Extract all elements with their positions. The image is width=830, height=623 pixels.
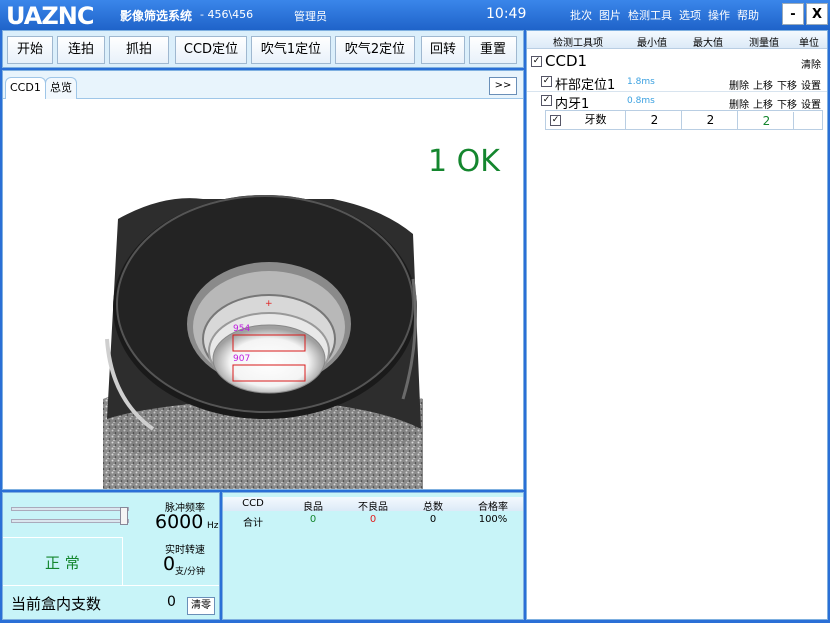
sub-checkbox[interactable]: ✓ [550,115,561,126]
header-max: 最大值 [693,38,723,49]
menu-options[interactable]: 选项 [679,7,701,23]
stats-header-good: 良品 [303,502,323,513]
roi-label-1: 954 [233,324,251,334]
menu-bar: 批次 图片 检测工具 选项 操作 帮助 [570,7,759,23]
tools-panel: 检测工具项 最小值 最大值 测量值 单位 ✓ CCD1 清除 ✓ 杆部定位1 1… [526,30,828,620]
pulse-value: 6000 [155,511,204,533]
menu-operate[interactable]: 操作 [708,7,730,23]
tools-header: 检测工具项 最小值 最大值 测量值 单位 [527,31,827,49]
blow1-locate-button[interactable]: 吹气1定位 [251,36,331,64]
stats-good-count: 0 [309,514,317,525]
sub-row-thread-count: ✓ 牙数 2 2 2 [545,110,823,130]
pulse-unit: Hz [207,521,219,531]
tab-ccd1[interactable]: CCD1 [5,77,46,99]
app-version: - 456\456 [200,8,254,21]
slider-track-1 [11,507,129,511]
sub-name: 牙数 [566,111,626,129]
app-name: 影像筛选系统 [120,9,193,23]
title-bar: UAZNC 影像筛选系统 - 456\456 管理员 10:49 批次 图片 检… [0,0,830,30]
header-unit: 单位 [799,38,819,49]
tool-2-down[interactable]: 下移 [777,96,797,111]
ccd-checkbox[interactable]: ✓ [531,56,542,67]
menu-tools[interactable]: 检测工具 [628,7,672,23]
burst-button[interactable]: 连拍 [57,36,105,64]
table-row: 合计 0 0 0 100% [223,513,523,529]
reset-button[interactable]: 重置 [469,36,517,64]
box-count-value: 0 [167,594,176,610]
tool-1-checkbox[interactable]: ✓ [541,76,552,87]
slider-track-2 [11,519,129,523]
blow2-locate-button[interactable]: 吹气2定位 [335,36,415,64]
user-name: 管理员 [294,10,327,23]
tool-2-up[interactable]: 上移 [753,96,773,111]
more-button[interactable]: >> [489,77,517,95]
control-panel: 脉冲频率 6000 Hz 正 常 实时转速 0 支/分钟 当前盒内支数 0 清零 [2,492,220,620]
stats-header-rate: 合格率 [478,502,508,513]
stats-total-count: 0 [429,514,437,525]
box-count-label: 当前盒内支数 [11,595,102,613]
close-button[interactable]: X [806,3,828,25]
speed-value: 0 [163,553,176,575]
reset-count-button[interactable]: 清零 [187,597,215,615]
ccd-name: CCD1 [545,52,588,70]
header-min: 最小值 [637,38,667,49]
speed-unit: 支/分钟 [175,567,206,577]
rotate-button[interactable]: 回转 [421,36,465,64]
pulse-slider-thumb[interactable] [120,507,128,525]
sub-max: 2 [684,111,738,129]
image-panel: CCD1 总览 >> + 954 907 1 OK [2,70,524,490]
tool-2-delete[interactable]: 删除 [729,96,749,111]
header-measure: 测量值 [749,38,779,49]
app-logo: UAZNC [6,2,94,30]
tool-1-up[interactable]: 上移 [753,77,773,92]
tool-1-down[interactable]: 下移 [777,77,797,92]
status-text: 正 常 [45,554,80,572]
capture-button[interactable]: 抓拍 [109,36,169,64]
menu-image[interactable]: 图片 [599,7,621,23]
tool-row-2: ✓ 内牙1 0.8ms 删除 上移 下移 设置 [527,91,827,112]
minimize-button[interactable]: - [782,3,804,25]
tool-row-1: ✓ 杆部定位1 1.8ms 删除 上移 下移 设置 [527,73,827,93]
header-tool: 检测工具项 [553,38,603,49]
stats-header: CCD 良品 不良品 总数 合格率 [223,497,523,513]
tool-2-settings[interactable]: 设置 [801,96,821,111]
menu-help[interactable]: 帮助 [737,7,759,23]
divider [3,585,219,586]
stats-header-ccd: CCD [242,498,264,509]
stats-header-bad: 不良品 [358,502,388,513]
toolbar: 开始 连拍 抓拍 CCD定位 吹气1定位 吹气2定位 回转 重置 [2,30,524,68]
stats-bad-count: 0 [369,514,377,525]
stats-header-total: 总数 [423,502,443,513]
stats-row-label: 合计 [243,518,263,529]
stats-table: CCD 良品 不良品 总数 合格率 合计 0 0 0 100% [222,492,524,620]
tab-overview[interactable]: 总览 [45,77,77,99]
inspection-result: 1 OK [428,144,500,179]
tool-2-checkbox[interactable]: ✓ [541,95,552,106]
sub-min: 2 [628,111,682,129]
stats-pass-rate: 100% [478,514,508,525]
center-marker: + [265,299,273,309]
status-cell: 正 常 [3,537,123,585]
camera-viewport[interactable]: + 954 907 1 OK [3,99,523,489]
tool-1-time: 1.8ms [627,77,655,87]
tab-bar: CCD1 总览 >> [3,71,523,99]
sub-value: 2 [740,112,794,130]
ccd-locate-button[interactable]: CCD定位 [175,36,247,64]
ccd-row: ✓ CCD1 清除 [527,52,827,71]
menu-batch[interactable]: 批次 [570,7,592,23]
tool-2-time: 0.8ms [627,96,655,106]
roi-label-2: 907 [233,354,251,364]
clock: 10:49 [486,6,527,22]
tool-1-delete[interactable]: 删除 [729,77,749,92]
start-button[interactable]: 开始 [7,36,53,64]
tool-1-settings[interactable]: 设置 [801,77,821,92]
clear-link[interactable]: 清除 [801,56,821,71]
